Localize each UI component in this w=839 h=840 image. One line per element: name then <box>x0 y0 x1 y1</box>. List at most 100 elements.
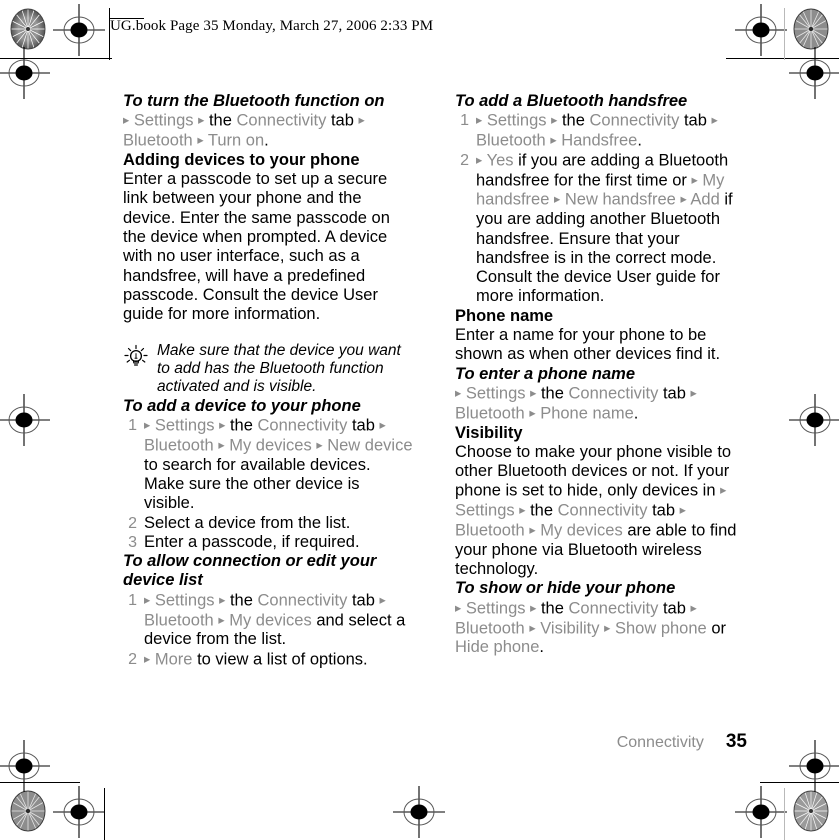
menu-item-bluetooth[interactable]: Bluetooth <box>123 132 193 150</box>
menu-item-my-devices[interactable]: My devices <box>229 436 312 454</box>
menu-path-turn-bluetooth-on: ▸ Settings ▸ the Connectivity tab ▸ Blue… <box>123 111 413 151</box>
arrow-icon: ▸ <box>690 385 697 400</box>
menu-item-bluetooth[interactable]: Bluetooth <box>455 619 525 637</box>
menu-item-visibility[interactable]: Visibility <box>540 619 599 637</box>
word-the: the <box>530 501 554 520</box>
arrow-icon: ▸ <box>144 592 151 607</box>
period: . <box>637 131 642 150</box>
step-mid-text: if you are adding a Bluetooth handsfree … <box>476 151 729 190</box>
left-column: To turn the Bluetooth function on ▸ Sett… <box>123 92 413 669</box>
period: . <box>633 404 639 423</box>
menu-path-show-hide-phone: ▸ Settings ▸ the Connectivity tab ▸ Blue… <box>455 599 747 658</box>
arrow-icon: ▸ <box>123 113 130 128</box>
list-item: 2 Select a device from the list. <box>123 514 413 533</box>
menu-item-settings[interactable]: Settings <box>155 417 215 435</box>
arrow-icon: ▸ <box>197 133 204 148</box>
menu-item-connectivity[interactable]: Connectivity <box>237 112 327 130</box>
menu-item-settings[interactable]: Settings <box>487 112 547 130</box>
menu-item-phone-name[interactable]: Phone name <box>540 404 634 422</box>
heading-visibility: Visibility <box>455 423 523 442</box>
menu-item-settings[interactable]: Settings <box>455 502 515 520</box>
arrow-icon: ▸ <box>219 592 226 607</box>
arrow-icon: ▸ <box>455 385 462 400</box>
word-tab: tab <box>351 591 375 610</box>
menu-item-connectivity[interactable]: Connectivity <box>569 384 659 402</box>
menu-item-handsfree[interactable]: Handsfree <box>561 132 637 150</box>
paragraph-visibility: Choose to make your phone visible to oth… <box>455 443 747 580</box>
menu-item-connectivity[interactable]: Connectivity <box>569 599 659 617</box>
arrow-icon: ▸ <box>379 592 386 607</box>
list-item: 1 ▸ Settings ▸ the Connectivity tab ▸ Blu… <box>455 111 747 151</box>
menu-item-bluetooth[interactable]: Bluetooth <box>144 436 214 454</box>
menu-item-settings[interactable]: Settings <box>134 112 194 130</box>
menu-item-bluetooth[interactable]: Bluetooth <box>455 522 525 540</box>
step-number: 2 <box>460 151 469 169</box>
menu-item-show-phone[interactable]: Show phone <box>615 619 707 637</box>
arrow-icon: ▸ <box>680 192 687 207</box>
arrow-icon: ▸ <box>316 437 323 452</box>
arrow-icon: ▸ <box>144 418 151 433</box>
menu-item-bluetooth[interactable]: Bluetooth <box>476 132 546 150</box>
word-tab: tab <box>652 501 676 520</box>
arrow-icon: ▸ <box>358 113 365 128</box>
step-text: Select a device from the list. <box>144 513 351 532</box>
word-tab: tab <box>351 416 375 435</box>
steps-add-device: 1 ▸ Settings ▸ the Connectivity tab ▸ Blu… <box>123 416 413 552</box>
menu-item-my-devices[interactable]: My devices <box>229 611 312 629</box>
menu-item-bluetooth[interactable]: Bluetooth <box>455 404 525 422</box>
word-the: the <box>229 591 253 610</box>
menu-item-connectivity[interactable]: Connectivity <box>590 112 680 130</box>
word-or: or <box>711 619 726 638</box>
arrow-icon: ▸ <box>690 600 697 615</box>
arrow-icon: ▸ <box>144 651 151 666</box>
arrow-icon: ▸ <box>530 385 537 400</box>
heading-enter-phone-name: To enter a phone name <box>455 364 636 383</box>
heading-allow-connection: To allow connection or edit your device … <box>123 552 377 590</box>
arrow-icon: ▸ <box>379 418 386 433</box>
menu-item-hide-phone[interactable]: Hide phone <box>455 638 539 656</box>
menu-item-bluetooth[interactable]: Bluetooth <box>144 611 214 629</box>
word-tab: tab <box>330 111 354 130</box>
page-content: To turn the Bluetooth function on ▸ Sett… <box>0 0 839 840</box>
heading-show-hide-phone: To show or hide your phone <box>455 579 676 598</box>
arrow-icon: ▸ <box>551 113 558 128</box>
list-item: 1 ▸ Settings ▸ the Connectivity tab ▸ Blu… <box>123 416 413 513</box>
steps-add-handsfree: 1 ▸ Settings ▸ the Connectivity tab ▸ Blu… <box>455 111 747 306</box>
step-trailing-text: to search for available devices. Make su… <box>144 455 371 513</box>
arrow-icon: ▸ <box>604 620 611 635</box>
menu-item-settings[interactable]: Settings <box>155 591 215 609</box>
word-the: the <box>229 416 253 435</box>
menu-item-new-handsfree[interactable]: New handsfree <box>565 191 676 209</box>
menu-item-turn-on[interactable]: Turn on <box>208 132 264 150</box>
arrow-icon: ▸ <box>530 600 537 615</box>
menu-item-my-devices[interactable]: My devices <box>540 522 623 540</box>
menu-item-yes[interactable]: Yes <box>487 151 514 169</box>
word-the: the <box>561 111 585 130</box>
menu-item-add[interactable]: Add <box>690 191 719 209</box>
menu-item-new-device[interactable]: New device <box>327 436 412 454</box>
step-number: 3 <box>128 533 137 551</box>
word-tab: tab <box>662 599 686 618</box>
menu-item-connectivity[interactable]: Connectivity <box>558 502 648 520</box>
menu-item-settings[interactable]: Settings <box>466 384 526 402</box>
heading-phone-name: Phone name <box>455 306 554 325</box>
menu-item-connectivity[interactable]: Connectivity <box>258 417 348 435</box>
paragraph-adding-devices: Enter a passcode to set up a secure link… <box>123 170 390 324</box>
lightbulb-tip-icon <box>123 344 149 370</box>
menu-item-more[interactable]: More <box>155 650 193 668</box>
list-item: 2 ▸ Yes if you are adding a Bluetooth han… <box>455 151 747 307</box>
arrow-icon: ▸ <box>529 620 536 635</box>
menu-path-enter-phone-name: ▸ Settings ▸ the Connectivity tab ▸ Blue… <box>455 384 747 424</box>
arrow-icon: ▸ <box>219 418 226 433</box>
menu-item-settings[interactable]: Settings <box>466 599 526 617</box>
arrow-icon: ▸ <box>198 113 205 128</box>
page-footer: Connectivity 35 <box>455 731 747 753</box>
list-item: 1 ▸ Settings ▸ the Connectivity tab ▸ Blu… <box>123 591 413 650</box>
arrow-icon: ▸ <box>550 133 557 148</box>
period: . <box>264 131 269 150</box>
word-the: the <box>540 384 564 403</box>
arrow-icon: ▸ <box>476 152 483 167</box>
word-the: the <box>540 599 564 618</box>
arrow-icon: ▸ <box>476 113 483 128</box>
menu-item-connectivity[interactable]: Connectivity <box>258 591 348 609</box>
